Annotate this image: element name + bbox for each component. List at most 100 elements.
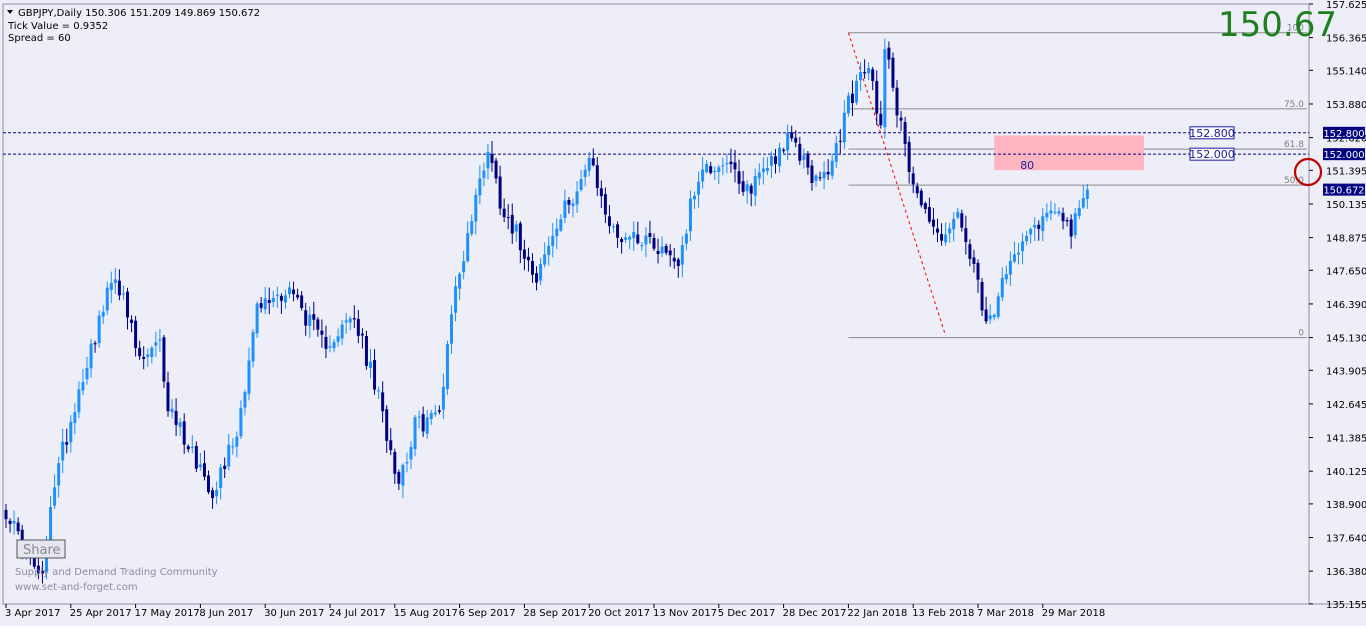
plot-area-background xyxy=(0,0,1366,626)
candle-body xyxy=(907,141,911,173)
candle-body xyxy=(539,264,543,281)
candle-body xyxy=(352,318,356,320)
candle-body xyxy=(729,161,733,165)
watermark-line-2: www.set-and-forget.com xyxy=(15,582,138,593)
candle-body xyxy=(494,160,498,179)
candle-body xyxy=(316,319,320,330)
candle-body xyxy=(320,330,324,335)
y-tick-label: 147.650 xyxy=(1326,266,1366,277)
candle-body xyxy=(474,194,478,222)
candle-body xyxy=(875,81,879,114)
candle-body xyxy=(510,214,514,234)
candle-body xyxy=(462,261,466,273)
candle-body xyxy=(437,410,441,412)
candle-body xyxy=(984,309,988,322)
x-tick-label: 28 Sep 2017 xyxy=(523,608,586,619)
candle-body xyxy=(466,233,470,262)
candle-body xyxy=(713,171,717,173)
candle-body xyxy=(373,360,377,390)
y-tick-label: 142.645 xyxy=(1326,400,1366,411)
y-tick-label: 151.395 xyxy=(1326,166,1366,177)
candle-body xyxy=(705,163,709,173)
x-tick-label: 15 Aug 2017 xyxy=(394,608,458,619)
candle-body xyxy=(77,389,81,413)
candle-body xyxy=(150,347,154,357)
candle-body xyxy=(506,217,510,219)
y-tick-label: 136.380 xyxy=(1326,567,1366,578)
candle-body xyxy=(502,208,506,218)
axis-price-box-label: 152.800 xyxy=(1323,129,1364,140)
y-tick-label: 143.905 xyxy=(1326,366,1366,377)
candle-body xyxy=(903,122,907,144)
candle-body xyxy=(292,289,296,295)
y-tick-label: 140.125 xyxy=(1326,467,1366,478)
candle-body xyxy=(976,262,980,280)
share-button[interactable]: Share xyxy=(16,539,66,559)
candle-body xyxy=(535,273,539,283)
candle-body xyxy=(65,442,69,445)
candle-body xyxy=(154,342,158,346)
x-tick-label: 3 Apr 2017 xyxy=(5,608,60,619)
candle-body xyxy=(85,367,89,380)
candle-body xyxy=(810,165,814,184)
x-tick-label: 29 Mar 2018 xyxy=(1042,608,1105,619)
candle-body xyxy=(526,256,530,261)
x-tick-label: 24 Jul 2017 xyxy=(329,608,386,619)
candle-body xyxy=(591,158,595,166)
candle-body xyxy=(454,286,458,313)
candle-body xyxy=(895,87,899,116)
candle-body xyxy=(940,233,944,241)
candle-body xyxy=(1073,213,1077,236)
candle-body xyxy=(587,157,591,171)
candle-body xyxy=(259,303,263,308)
candle-body xyxy=(944,234,948,243)
candle-body xyxy=(158,339,162,341)
chart-window[interactable]: 100 75.0 61.8 50.0 0 80 157.625 156.365 155.14… xyxy=(0,0,1366,626)
candle-body xyxy=(518,223,522,251)
fib-level-label: 50.0 xyxy=(1284,176,1304,186)
candle-body xyxy=(393,452,397,474)
candle-body xyxy=(458,273,462,289)
candle-body xyxy=(445,344,449,390)
candle-body xyxy=(761,168,765,172)
candle-body xyxy=(1021,241,1025,252)
candle-body xyxy=(450,314,453,344)
x-tick-label: 5 Dec 2017 xyxy=(718,608,776,619)
price-chart[interactable]: 10075.061.850.00 80 157.625156.365155.14… xyxy=(0,0,1366,626)
candle-body xyxy=(778,147,782,167)
candle-body xyxy=(417,416,421,418)
chart-title-line: GBPJPY,Daily 150.306 151.209 149.869 150… xyxy=(18,8,260,19)
candle-body xyxy=(595,165,599,188)
candle-body xyxy=(543,254,547,265)
candle-body xyxy=(838,140,842,142)
fib-level-label: 75.0 xyxy=(1284,100,1304,110)
y-tick-label: 138.900 xyxy=(1326,500,1366,511)
y-tick-label: 150.135 xyxy=(1326,200,1366,211)
candle-body xyxy=(563,200,567,218)
candle-body xyxy=(1085,189,1089,199)
candle-body xyxy=(271,297,275,303)
candle-body xyxy=(1017,252,1020,255)
candle-body xyxy=(101,311,105,317)
candle-body xyxy=(927,207,931,222)
candle-body xyxy=(344,320,348,323)
candle-body xyxy=(765,168,769,171)
candle-body xyxy=(794,137,798,143)
candle-body xyxy=(482,170,486,178)
candle-body xyxy=(105,287,109,311)
candle-body xyxy=(279,295,283,301)
candle-body xyxy=(486,151,490,169)
axis-price-box-label: 150.672 xyxy=(1323,186,1364,197)
x-tick-label: 13 Nov 2017 xyxy=(653,608,717,619)
candle-body xyxy=(988,315,992,320)
candle-body xyxy=(89,343,93,369)
x-tick-label: 7 Mar 2018 xyxy=(977,608,1034,619)
candle-body xyxy=(231,446,235,448)
candle-body xyxy=(721,165,725,167)
candle-body xyxy=(93,343,97,345)
candle-body xyxy=(16,522,20,532)
candle-body xyxy=(822,171,826,179)
candle-body xyxy=(283,295,287,303)
candle-body xyxy=(883,49,887,128)
candle-body xyxy=(733,162,737,170)
